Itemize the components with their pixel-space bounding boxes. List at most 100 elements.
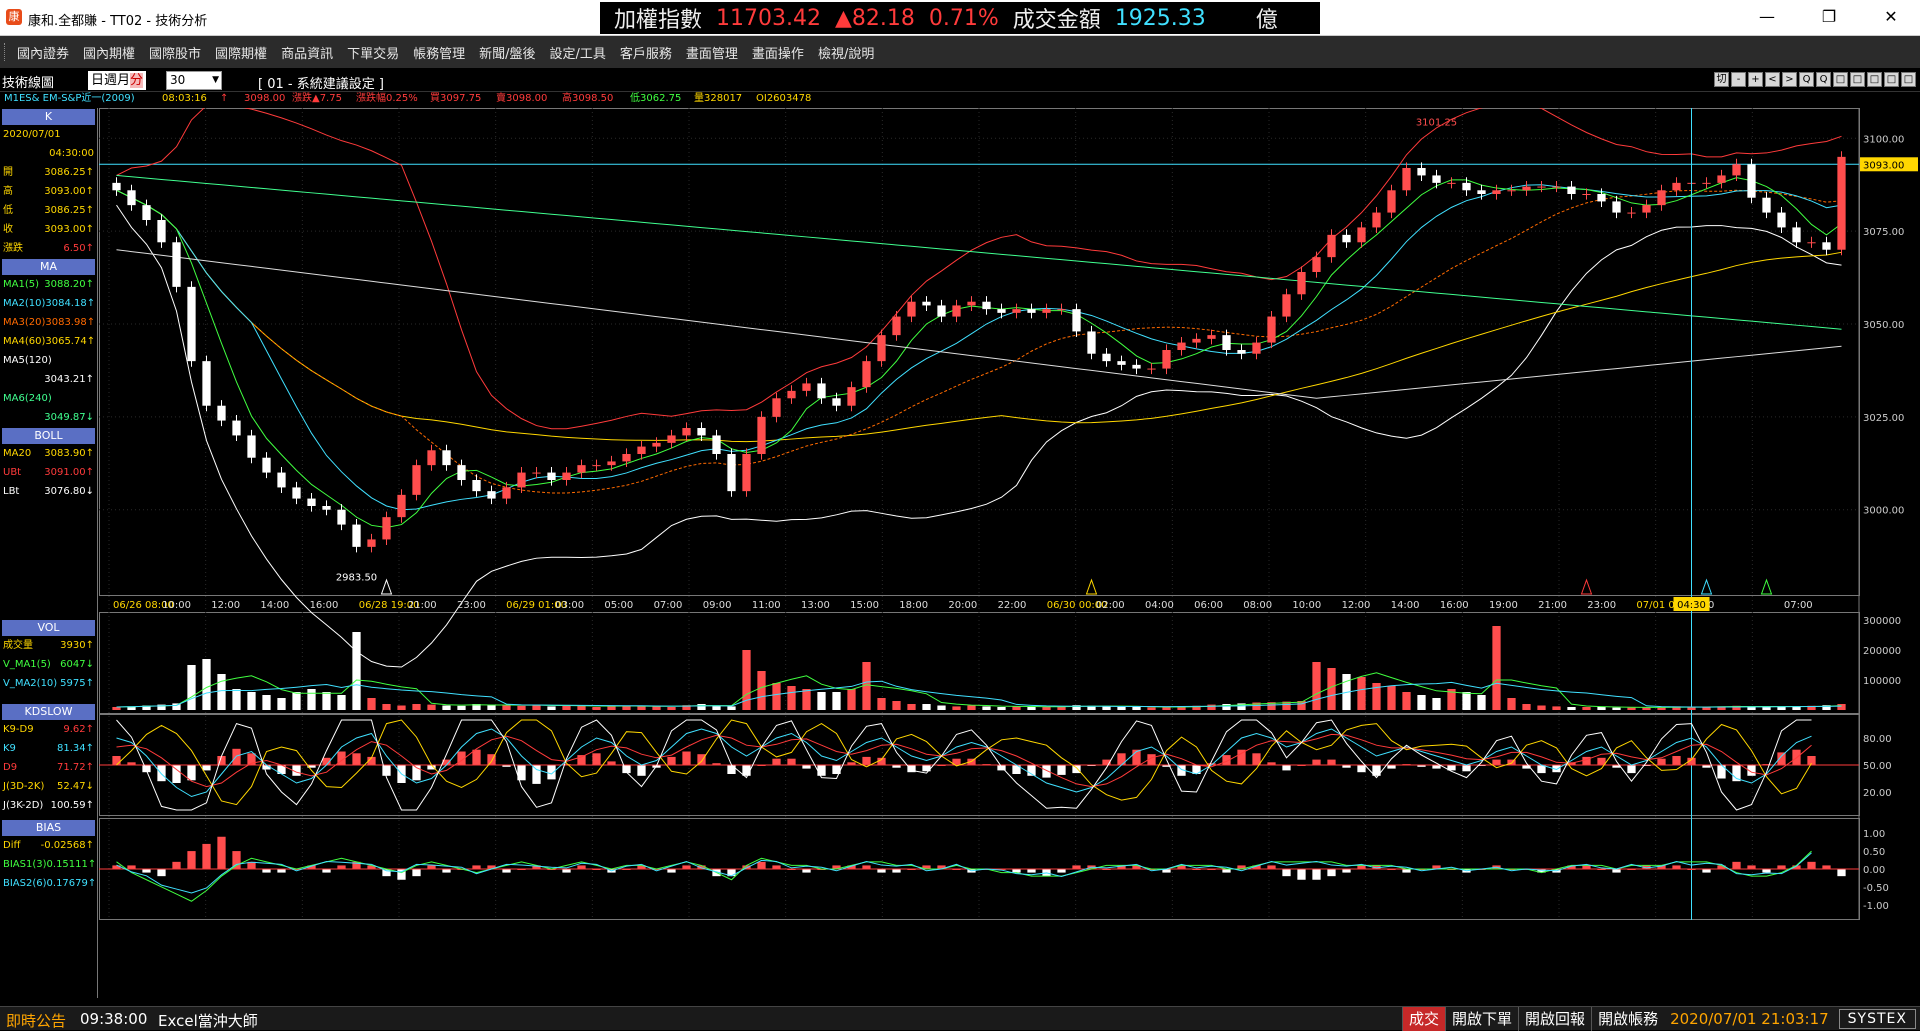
interval-select[interactable]: 30 ▼: [166, 71, 222, 90]
boll-upper-label: UBt: [3, 467, 22, 478]
minimize-button[interactable]: —: [1744, 0, 1790, 34]
volume-bar: [442, 705, 451, 710]
period-week[interactable]: 週: [104, 73, 117, 88]
volume-bar: [427, 704, 436, 710]
menu-accounts[interactable]: 帳務管理: [413, 43, 465, 62]
time-tick-label: 22:00: [998, 600, 1027, 611]
print-icon[interactable]: □: [1850, 72, 1865, 87]
help-icon[interactable]: □: [1901, 72, 1916, 87]
status-bar: 即時公告 09:38:00 Excel當沖大師 成交 開啟下單 開啟回報 開啟帳…: [0, 1006, 1920, 1031]
settings-icon[interactable]: □: [1867, 72, 1882, 87]
zoom-out-icon[interactable]: -: [1731, 72, 1746, 87]
kd-tick-label: 80.00: [1863, 734, 1892, 745]
restore-button[interactable]: ❐: [1806, 0, 1852, 34]
candle-body: [1747, 164, 1756, 198]
menu-view-help[interactable]: 檢視/說明: [818, 43, 874, 62]
layout-icon[interactable]: □: [1884, 72, 1899, 87]
bias-diff-bar: [1012, 869, 1021, 873]
menu-domestic-futures[interactable]: 國內期權: [83, 43, 135, 62]
candle-body: [172, 242, 181, 287]
vol-tick-label: 100000: [1863, 676, 1901, 687]
volume-bar: [952, 706, 961, 710]
kd-diff-bar: [592, 753, 601, 765]
kd-k-value: 81.34↑: [56, 743, 94, 754]
candle-body: [637, 446, 646, 454]
panel-spacer: [0, 501, 97, 619]
open-report-button[interactable]: 開啟回報: [1518, 1007, 1591, 1031]
close-button[interactable]: ✕: [1868, 0, 1914, 34]
volume-bar: [667, 707, 676, 710]
period-month[interactable]: 月: [117, 73, 130, 88]
bias-diff-bar: [1777, 865, 1786, 869]
ma6-label: MA6(240): [3, 393, 52, 404]
kd-diff-bar: [1282, 765, 1291, 771]
volume-bar: [1777, 707, 1786, 710]
vol-ma2-row: V_MA2(10) 5975↑: [0, 674, 97, 693]
menu-domestic-securities[interactable]: 國內證券: [17, 43, 69, 62]
candle-body: [1702, 182, 1711, 184]
menu-intl-futures[interactable]: 國際期權: [215, 43, 267, 62]
high-price-label: 3101.25: [1416, 117, 1457, 128]
open-account-button[interactable]: 開啟帳務: [1591, 1007, 1664, 1031]
period-day[interactable]: 日: [91, 73, 104, 88]
menu-news[interactable]: 新聞/盤後: [479, 43, 535, 62]
index-label: 加權指數: [614, 8, 703, 33]
kd-diff-bar: [1432, 765, 1441, 769]
menu-screen-manage[interactable]: 畫面管理: [686, 43, 738, 62]
candle-body: [1102, 353, 1111, 362]
kd-diff-bar: [862, 756, 871, 765]
time-tick-label: 18:00: [899, 600, 928, 611]
time-tick-label: 06:00: [1194, 600, 1223, 611]
bias1-value: 0.15111↑: [46, 859, 97, 870]
period-minute[interactable]: 分: [130, 73, 144, 88]
volume-bar: [337, 695, 346, 710]
menu-screen-ops[interactable]: 畫面操作: [752, 43, 804, 62]
kd-diff-bar: [1462, 765, 1471, 772]
bias-diff-bar: [1342, 869, 1351, 873]
boll-ma-row: MA20 3083.90↑: [0, 444, 97, 463]
candle-body: [727, 454, 736, 492]
chart-area[interactable]: 3100.00 3075.00 3050.00 3025.00 3000.00 3093.…: [99, 108, 1920, 998]
bias-diff-bar: [1732, 861, 1741, 869]
k-time: 04:30:00: [0, 144, 97, 163]
search-product-icon[interactable]: Q: [1816, 72, 1831, 87]
save-icon[interactable]: □: [1833, 72, 1848, 87]
announcement-label[interactable]: 即時公告: [6, 1010, 66, 1031]
kd-diff-bar: [1357, 765, 1366, 773]
candle-body: [412, 465, 421, 495]
volume-bar: [1222, 704, 1231, 710]
announcement-text[interactable]: Excel當沖大師: [158, 1010, 258, 1031]
candle-body: [1672, 182, 1681, 191]
menu-service[interactable]: 客戶服務: [620, 43, 672, 62]
kd-diff-bar: [352, 753, 361, 765]
crosshair-icon[interactable]: 切: [1714, 72, 1729, 87]
k-time-value: 04:30:00: [49, 148, 94, 159]
scroll-left-icon[interactable]: <: [1765, 72, 1780, 87]
vol-tick-label: 300000: [1863, 616, 1901, 627]
zoom-in-icon[interactable]: +: [1748, 72, 1763, 87]
volume-bar: [1102, 706, 1111, 710]
bias-diff-bar: [502, 869, 511, 873]
volume-bar: [907, 704, 916, 710]
candle-body: [922, 301, 931, 306]
search-icon[interactable]: Q: [1799, 72, 1814, 87]
open-order-button[interactable]: 開啟下單: [1445, 1007, 1518, 1031]
bias-diff-bar: [1822, 865, 1831, 869]
indicator-setting-label[interactable]: [ 01 - 系統建議設定 ]: [258, 73, 384, 92]
fills-button[interactable]: 成交: [1402, 1007, 1446, 1031]
menu-trading[interactable]: 下單交易: [347, 43, 399, 62]
k-low-row: 低 3086.25↑: [0, 201, 97, 220]
time-tick-label: 12:00: [211, 600, 240, 611]
title-bar: 康 康和.全都賺 - TT02 - 技術分析 加權指數 11703.42 ▲82…: [0, 0, 1920, 36]
candle-body: [1432, 175, 1441, 183]
bias-diff-bar: [1327, 869, 1336, 877]
menu-intl-stocks[interactable]: 國際股市: [149, 43, 201, 62]
volume-bar: [247, 692, 256, 710]
menu-settings[interactable]: 設定/工具: [550, 43, 606, 62]
candle-body: [367, 539, 376, 547]
menu-product-info[interactable]: 商品資訊: [281, 43, 333, 62]
scroll-right-icon[interactable]: >: [1782, 72, 1797, 87]
kd-diff-bar: [787, 758, 796, 765]
kd-j1-row: J(3D-2K) 52.47↓: [0, 777, 97, 796]
volume-bar: [232, 689, 241, 710]
